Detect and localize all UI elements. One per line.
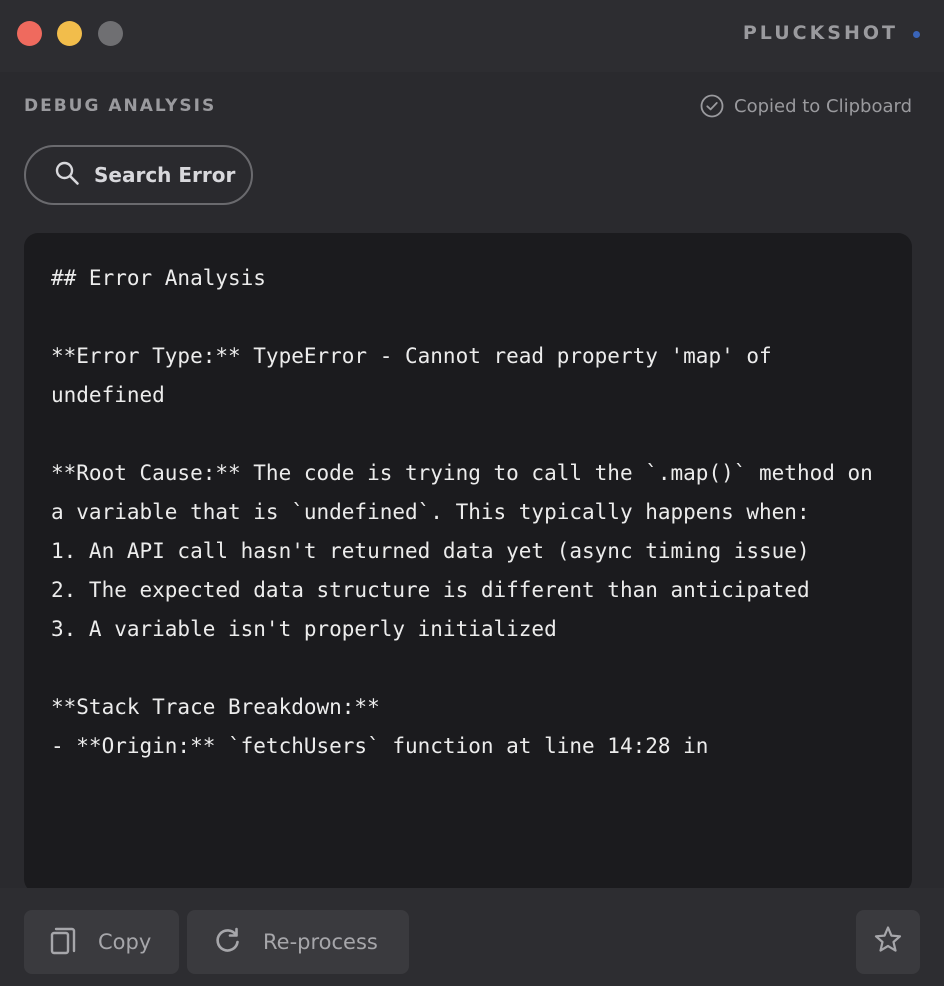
section-title: DEBUG ANALYSIS (24, 96, 217, 116)
search-error-button[interactable]: Search Error (24, 145, 253, 205)
refresh-icon (213, 925, 243, 960)
status-dot-icon (913, 31, 920, 38)
check-circle-icon (700, 94, 724, 118)
reprocess-label: Re-process (263, 930, 378, 954)
close-window-button[interactable] (17, 21, 42, 46)
zoom-window-button[interactable] (98, 21, 123, 46)
search-error-label: Search Error (94, 163, 236, 187)
copied-status: Copied to Clipboard (700, 94, 912, 118)
analysis-output-panel[interactable]: ## Error Analysis **Error Type:** TypeEr… (24, 233, 912, 893)
reprocess-button[interactable]: Re-process (187, 910, 409, 974)
title-bar: PLUCKSHOT (0, 0, 944, 72)
star-icon (873, 925, 903, 960)
copied-status-text: Copied to Clipboard (734, 95, 912, 117)
copy-label: Copy (98, 930, 152, 954)
minimize-window-button[interactable] (57, 21, 82, 46)
analysis-text: ## Error Analysis **Error Type:** TypeEr… (51, 266, 873, 758)
copy-button[interactable]: Copy (24, 910, 179, 974)
copy-icon (50, 924, 78, 961)
favorite-button[interactable] (856, 910, 920, 974)
search-icon (54, 160, 80, 191)
app-name: PLUCKSHOT (742, 22, 898, 44)
